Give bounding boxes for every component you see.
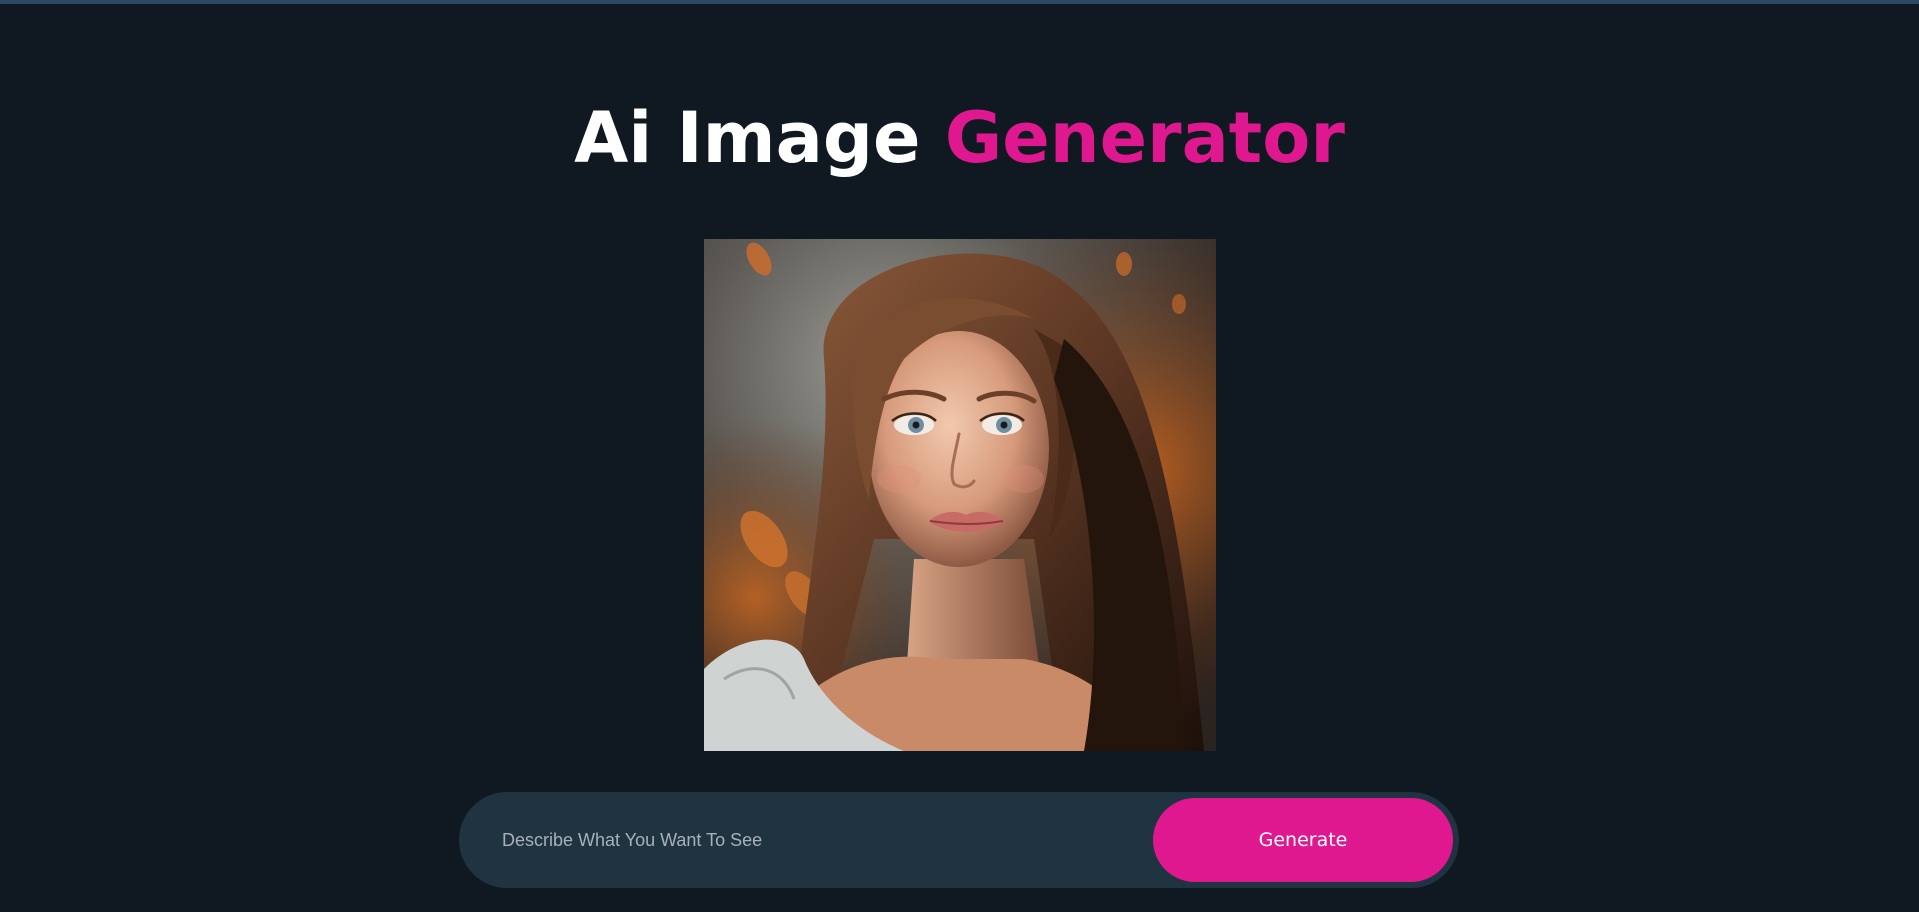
title-main-text: Ai Image [574, 97, 945, 179]
title-accent-text: Generator [944, 97, 1345, 179]
top-border-line [0, 0, 1919, 4]
prompt-input[interactable] [499, 810, 1142, 870]
prompt-bar: Generate [459, 792, 1459, 888]
generate-button[interactable]: Generate [1153, 798, 1453, 882]
page-title: Ai Image Generator [0, 96, 1919, 180]
portrait-image [704, 239, 1216, 751]
generated-image [704, 239, 1216, 751]
